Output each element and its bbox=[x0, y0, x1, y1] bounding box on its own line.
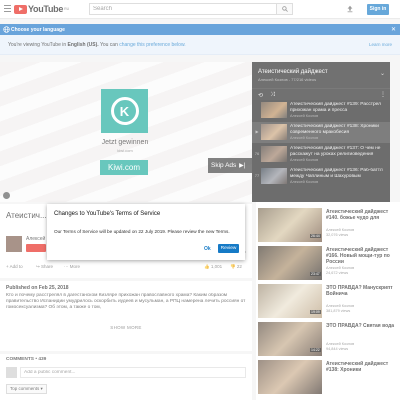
terms-dialog: Changes to YouTube's Terms of Service Ou… bbox=[47, 204, 245, 260]
dialog-body: Our Terms of Service will be updated on … bbox=[54, 229, 230, 234]
modal-overlay bbox=[0, 0, 400, 400]
dialog-title: Changes to YouTube's Terms of Service bbox=[54, 211, 161, 217]
ok-button[interactable]: Ok bbox=[204, 246, 211, 252]
review-button[interactable]: Review bbox=[218, 244, 239, 253]
